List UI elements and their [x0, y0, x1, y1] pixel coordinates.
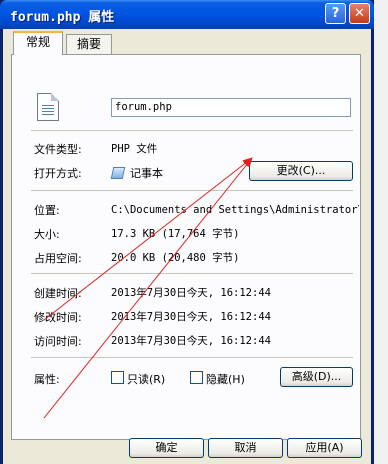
- readonly-checkbox[interactable]: [111, 371, 124, 384]
- location-value: C:\Documents and Settings\Administrator\…: [111, 204, 359, 216]
- window-title: forum.php 属性: [10, 10, 115, 25]
- ok-button[interactable]: 确定: [129, 438, 204, 458]
- advanced-button[interactable]: 高级(D)...: [280, 367, 353, 387]
- file-icon: [37, 93, 59, 121]
- modified-label: 修改时间:: [34, 311, 82, 324]
- general-panel: forum.php 文件类型: PHP 文件 打开方式: 记事本 更改(C)..…: [11, 54, 361, 440]
- accessed-label: 访问时间:: [34, 335, 82, 348]
- modified-value: 2013年7月30日今天, 16:12:44: [111, 311, 271, 323]
- created-value: 2013年7月30日今天, 16:12:44: [111, 287, 271, 299]
- title-bar[interactable]: forum.php 属性 ? ✕: [0, 0, 374, 29]
- separator: [31, 273, 353, 274]
- notepad-icon: [110, 167, 126, 179]
- tab-general[interactable]: 常规: [13, 31, 63, 55]
- created-label: 创建时间:: [34, 287, 82, 300]
- background-strip: [374, 0, 388, 464]
- file-type-value: PHP 文件: [111, 143, 158, 155]
- separator: [31, 190, 353, 191]
- size-label: 大小:: [34, 228, 60, 241]
- close-button[interactable]: ✕: [349, 3, 370, 24]
- dialog-body: 常规 摘要 forum.php 文件类型: PHP 文件 打开方式: 记事本 更…: [3, 29, 371, 464]
- opens-with-value: 记事本: [130, 167, 163, 180]
- tab-summary[interactable]: 摘要: [66, 34, 112, 54]
- properties-dialog: forum.php 属性 ? ✕ 常规 摘要 forum.php 文件类型: P…: [0, 0, 374, 464]
- separator: [31, 357, 353, 358]
- file-type-label: 文件类型:: [34, 143, 82, 156]
- location-label: 位置:: [34, 204, 60, 217]
- file-fold-icon: [51, 93, 59, 101]
- change-button[interactable]: 更改(C)...: [249, 161, 353, 181]
- size-on-disk-label: 占用空间:: [34, 252, 82, 265]
- hidden-label[interactable]: 隐藏(H): [206, 371, 245, 387]
- apply-button[interactable]: 应用(A): [287, 438, 362, 458]
- size-value: 17.3 KB (17,764 字节): [111, 228, 240, 240]
- cancel-button[interactable]: 取消: [208, 438, 283, 458]
- file-name-input[interactable]: forum.php: [111, 98, 351, 117]
- file-lines-icon: [42, 105, 54, 115]
- readonly-label[interactable]: 只读(R): [127, 371, 165, 387]
- accessed-value: 2013年7月30日今天, 16:12:44: [111, 335, 271, 347]
- separator: [31, 130, 353, 131]
- opens-with-label: 打开方式:: [34, 167, 82, 180]
- size-on-disk-value: 20.0 KB (20,480 字节): [111, 252, 240, 264]
- hidden-checkbox[interactable]: [190, 371, 203, 384]
- attributes-label: 属性:: [34, 373, 60, 386]
- help-button[interactable]: ?: [325, 3, 346, 24]
